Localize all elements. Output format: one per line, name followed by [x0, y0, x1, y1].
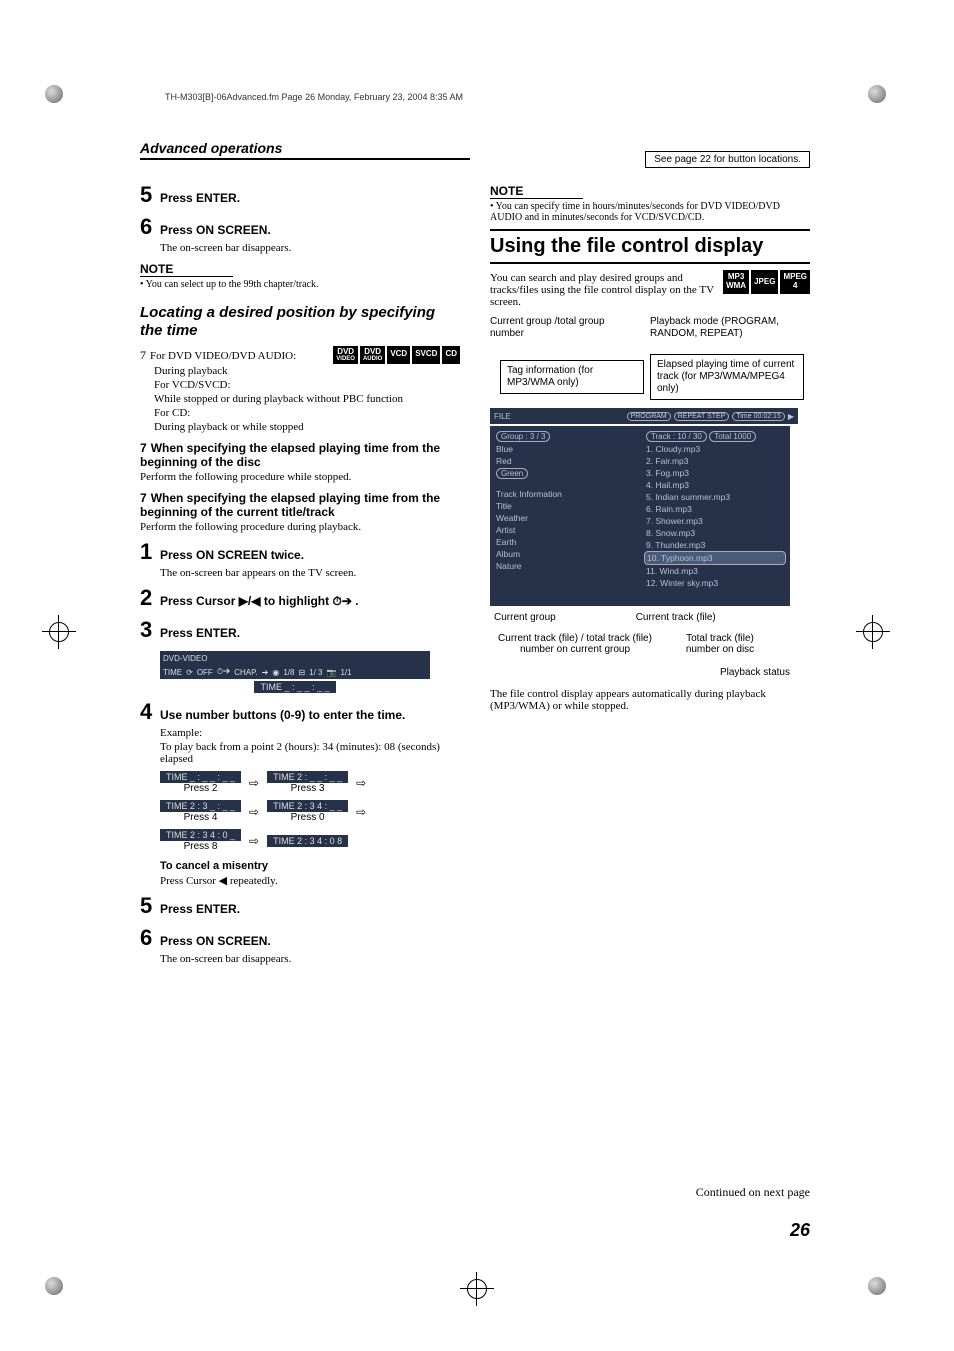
caption-total-track: Total track (file) number on disc: [670, 633, 770, 655]
step-text: Use number buttons (0-9) to enter the ti…: [160, 708, 405, 722]
step-number: 3: [140, 617, 160, 643]
repeat-icon: ⟳: [186, 668, 193, 677]
page-header-meta: TH-M303[B]-06Advanced.fm Page 26 Monday,…: [165, 92, 463, 102]
for-cd: For CD:: [154, 407, 460, 419]
page-number: 26: [140, 1220, 810, 1241]
for-vcd-body: While stopped or during playback without…: [154, 393, 460, 405]
play-icon: ▶: [788, 412, 794, 421]
note-body: • You can specify time in hours/minutes/…: [490, 201, 810, 223]
button-locations-note: See page 22 for button locations.: [645, 151, 810, 168]
subtitle-icon: ⊟: [298, 668, 305, 677]
time-entry-row: TIME 2 : 3 4 : 0 _Press 8⇨TIME 2 : 3 4 :…: [160, 829, 460, 852]
bullet-body: Perform the following procedure while st…: [140, 471, 460, 483]
step-number: 4: [140, 699, 160, 725]
example-label: Example:: [160, 727, 460, 739]
example-body: To play back from a point 2 (hours): 34 …: [160, 741, 460, 765]
callout-tag-info: Tag information (for MP3/WMA only): [500, 360, 644, 394]
bullet-body: Perform the following procedure during p…: [140, 521, 460, 533]
caption-playback-status: Playback status: [490, 667, 790, 678]
note-body: • You can select up to the 99th chapter/…: [140, 279, 460, 290]
disc-icon: ◉: [272, 668, 279, 677]
step-number: 5: [140, 182, 160, 208]
for-vcd: For VCD/SVCD:: [154, 379, 460, 391]
step-text: Press ON SCREEN.: [160, 934, 271, 948]
footer-text: The file control display appears automat…: [490, 688, 810, 712]
step-number: 2: [140, 585, 160, 611]
intro-text: You can search and play desired groups a…: [490, 272, 717, 308]
caption-current-group: Current group: [494, 612, 556, 623]
step-body: The on-screen bar disappears.: [160, 953, 460, 965]
caption-track-number: Current track (file) / total track (file…: [490, 633, 660, 655]
caption-playback-mode: Playback mode (PROGRAM, RANDOM, REPEAT): [650, 316, 800, 340]
step-body: The on-screen bar appears on the TV scre…: [160, 567, 460, 579]
caption-group-number: Current group /total group number: [490, 316, 640, 340]
disc-icons: DVDVIDEO DVDAUDIO VCD SVCD CD: [333, 346, 460, 364]
bullet-heading: 7When specifying the elapsed playing tim…: [140, 441, 460, 469]
section-title: Advanced operations: [140, 140, 470, 160]
step-number: 6: [140, 925, 160, 951]
step-text: Press ENTER.: [160, 191, 240, 205]
bullet-heading: 7When specifying the elapsed playing tim…: [140, 491, 460, 519]
step-text: Press ON SCREEN twice.: [160, 548, 304, 562]
step-text: Press ENTER.: [160, 626, 240, 640]
file-display-header-bar: FILE PROGRAM REPEAT STEP Time 00:02:15 ▶: [490, 408, 798, 424]
left-column: 5Press ENTER. 6Press ON SCREEN. The on-s…: [140, 176, 460, 965]
time-entry-row: TIME _ : _ _ : _ _Press 2⇨TIME 2 : _ _ :…: [160, 771, 460, 794]
subheading: Locating a desired position by specifyin…: [140, 304, 460, 340]
angle-icon: 📷: [327, 668, 337, 677]
cancel-heading: To cancel a misentry: [160, 860, 460, 872]
section-heading: Using the file control display: [490, 229, 810, 264]
cancel-body: Press Cursor ◀ repeatedly.: [160, 874, 460, 887]
caption-current-track: Current track (file): [636, 612, 716, 623]
clock-seek-icon: ⏱➔: [217, 667, 230, 677]
step-text: Press ENTER.: [160, 902, 240, 916]
right-column: NOTE • You can specify time in hours/min…: [490, 176, 810, 965]
for-dvd: 7For DVD VIDEO/DVD AUDIO:: [140, 348, 325, 363]
callout-elapsed-time: Elapsed playing time of current track (f…: [650, 354, 804, 400]
time-entry-row: TIME 2 : 3 _ : _ _Press 4⇨TIME 2 : 3 4 :…: [160, 800, 460, 823]
note-label: NOTE: [140, 262, 233, 277]
step-text: Press Cursor ▶/◀ to highlight ⏱➔ .: [160, 594, 359, 609]
onscreen-bar-row1: DVD-VIDEO: [160, 651, 430, 665]
format-icons: MP3WMA JPEG MPEG4: [723, 270, 810, 294]
onscreen-bar-row2: TIME ⟳ OFF ⏱➔ CHAP.➔ ◉1/8 ⊟1/ 3 📷1/1: [160, 665, 430, 679]
note-label: NOTE: [490, 184, 583, 199]
file-display-right-panel: Track : 10 / 30 Total 10001. Cloudy.mp32…: [640, 426, 790, 606]
step-number: 1: [140, 539, 160, 565]
step-number: 5: [140, 893, 160, 919]
time-input-display: TIME _ : _ _ : _ _: [254, 681, 335, 693]
step-body: The on-screen bar disappears.: [160, 242, 460, 254]
for-cd-body: During playback or while stopped: [154, 421, 460, 433]
step-number: 6: [140, 214, 160, 240]
file-display-left-panel: Group : 3 / 3BlueRedGreenTrack Informati…: [490, 426, 640, 606]
step-text: Press ON SCREEN.: [160, 223, 271, 237]
clock-seek-icon: ⏱➔: [332, 594, 351, 608]
for-dvd-body: During playback: [154, 365, 325, 377]
continued-note: Continued on next page: [140, 1185, 810, 1200]
